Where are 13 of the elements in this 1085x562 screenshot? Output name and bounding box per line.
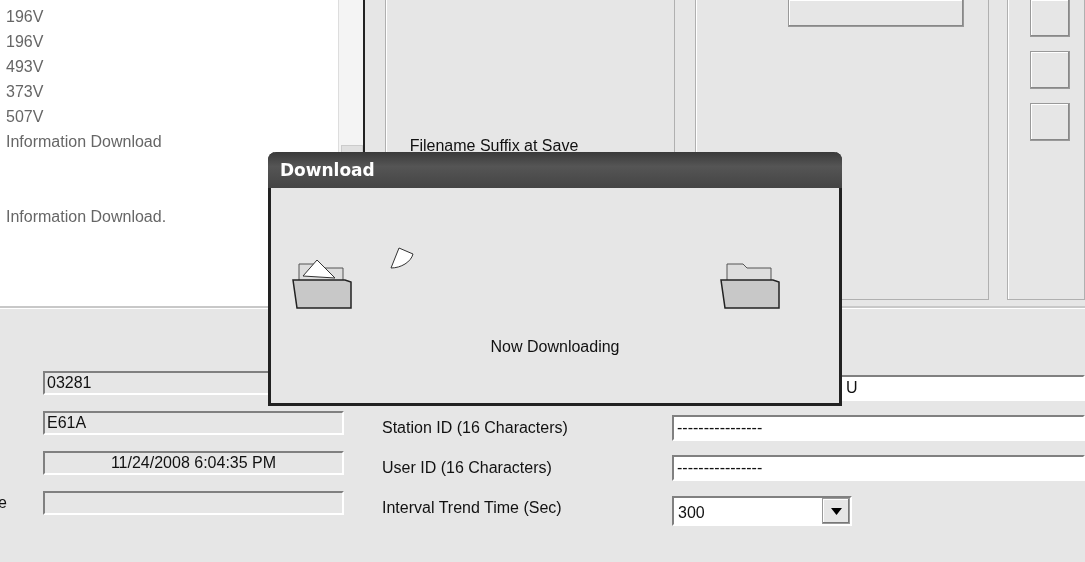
dialog-title: Download: [280, 160, 375, 180]
field-label: Station ID (16 Characters): [382, 419, 569, 437]
filename-suffix-label: Filename Suffix at Save: [409, 137, 580, 155]
log-line: 196V: [6, 7, 45, 27]
log-line: 373V: [6, 82, 45, 102]
log-line: Information Download: [6, 132, 163, 152]
log-line: Information Download.: [6, 207, 168, 227]
log-line: 493V: [6, 57, 45, 77]
field-label: User ID (16 Characters): [382, 459, 553, 477]
log-line: 507V: [6, 107, 45, 127]
log-line: 196V: [6, 32, 45, 52]
field-label: Interval Trend Time (Sec): [382, 499, 563, 517]
download-status-message: Now Downloading: [490, 338, 620, 356]
